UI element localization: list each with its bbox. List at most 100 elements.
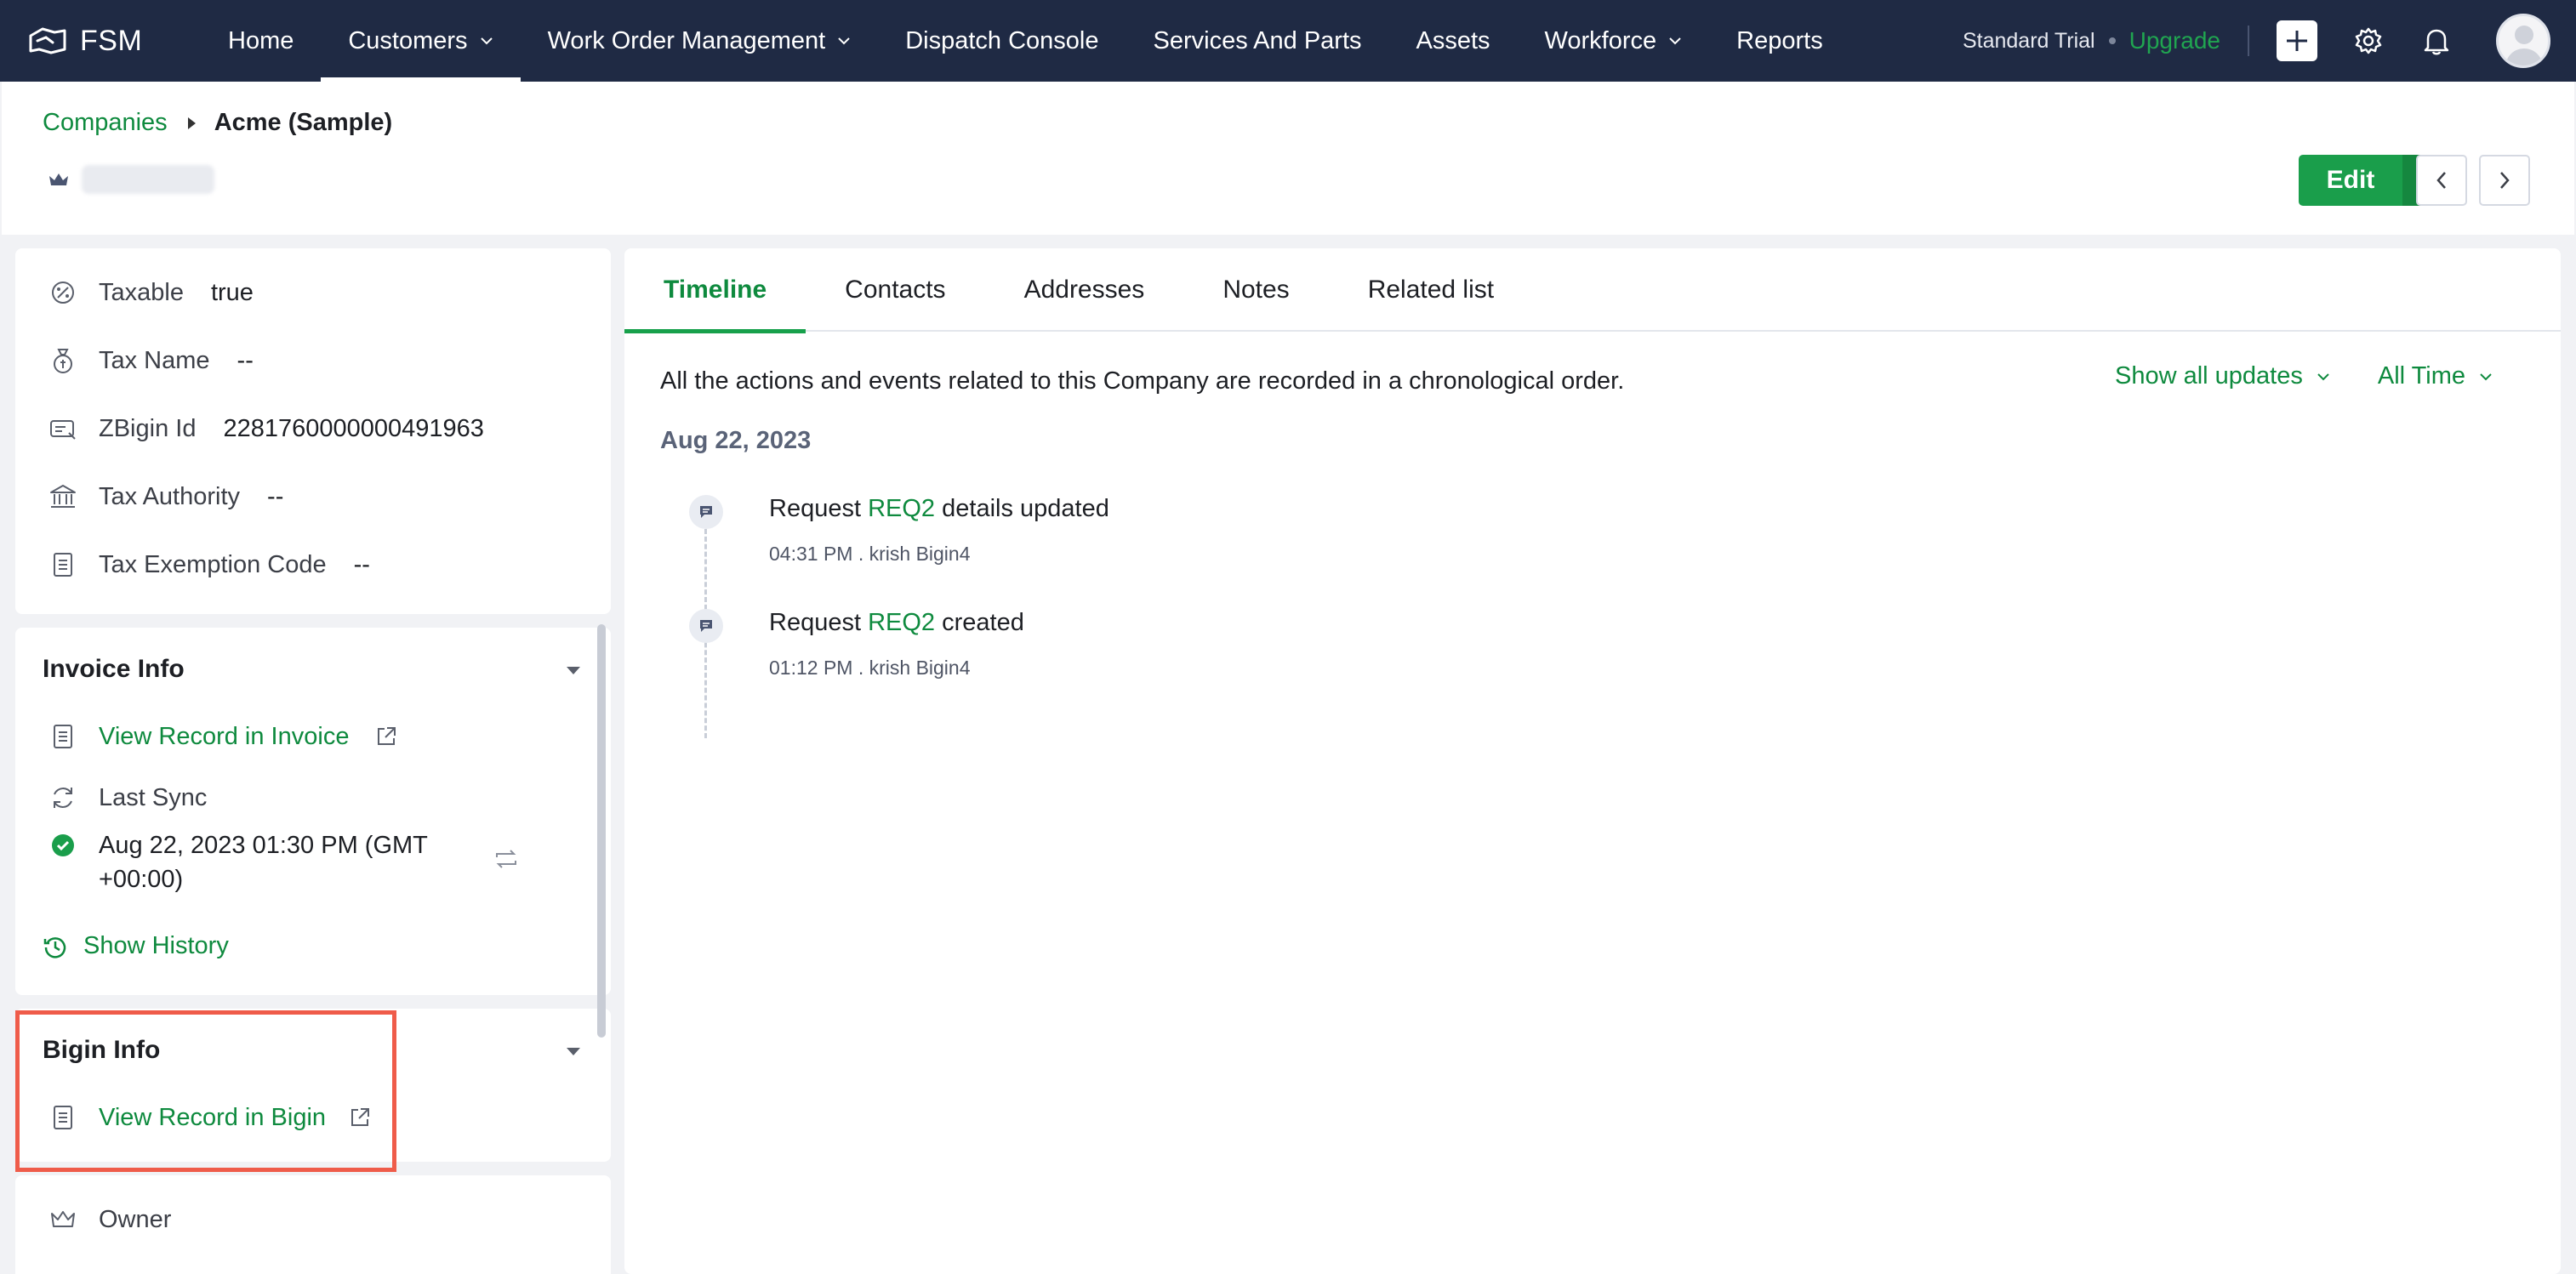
collapse-bigin-caret-icon[interactable] bbox=[567, 1048, 580, 1055]
breadcrumb-arrow-icon bbox=[187, 117, 196, 129]
view-record-in-invoice-link[interactable]: View Record in Invoice bbox=[99, 723, 349, 751]
request-link[interactable]: REQ2 bbox=[868, 495, 935, 522]
sync-time-line1: Aug 22, 2023 01:30 PM (GMT bbox=[99, 832, 428, 859]
tab-timeline[interactable]: Timeline bbox=[624, 248, 806, 333]
chevron-right-icon bbox=[2500, 172, 2510, 189]
history-icon bbox=[43, 936, 66, 958]
timeline-event-text: Request REQ2 created bbox=[769, 609, 1024, 637]
page-title: Acme (Sample) bbox=[214, 109, 393, 136]
chevron-down-icon bbox=[2317, 373, 2329, 380]
upgrade-link[interactable]: Upgrade bbox=[2129, 27, 2220, 54]
record-tabs: Timeline Contacts Addresses Notes Related li… bbox=[624, 248, 2561, 333]
time-range-filter[interactable]: All Time bbox=[2378, 362, 2493, 390]
request-link[interactable]: REQ2 bbox=[868, 609, 935, 636]
sync-time-row: Aug 22, 2023 01:30 PM (GMT +00:00) bbox=[48, 828, 428, 896]
field-label: Taxable bbox=[99, 278, 184, 306]
record-pager bbox=[2404, 155, 2530, 206]
bell-icon bbox=[2424, 29, 2449, 55]
notifications-button[interactable] bbox=[2419, 24, 2453, 58]
timeline-event-meta: 04:31 PM . krish Bigin4 bbox=[769, 543, 971, 565]
invoice-info-title: Invoice Info bbox=[43, 655, 185, 683]
field-value: 2281760000000491963 bbox=[223, 414, 484, 442]
nav-item-label: Work Order Management bbox=[547, 26, 826, 54]
nav-item-label: Assets bbox=[1416, 26, 1490, 54]
nav-item-label: Workforce bbox=[1544, 26, 1657, 54]
tax-icon bbox=[48, 277, 78, 308]
plus-icon bbox=[2287, 31, 2307, 51]
nav-item-label: Services And Parts bbox=[1153, 26, 1362, 54]
blurred-owner-name bbox=[82, 165, 214, 194]
nav-item-label: Customers bbox=[348, 26, 468, 54]
document-icon bbox=[48, 549, 78, 580]
sync-time-line2: +00:00) bbox=[99, 866, 184, 893]
nav-item-label: Dispatch Console bbox=[905, 26, 1099, 54]
nav-item-workforce[interactable]: Workforce bbox=[1518, 0, 1710, 82]
divider bbox=[2248, 26, 2249, 56]
nav-item-reports[interactable]: Reports bbox=[1709, 0, 1850, 82]
external-link-icon[interactable] bbox=[374, 725, 398, 748]
owner-row bbox=[48, 165, 214, 194]
timeline-description: All the actions and events related to th… bbox=[660, 367, 1625, 395]
field-zbigin-id: ZBigin Id 2281760000000491963 bbox=[48, 413, 484, 444]
event-suffix: created bbox=[942, 609, 1024, 636]
nav-item-customers[interactable]: Customers bbox=[321, 0, 521, 82]
fsm-logo-icon bbox=[29, 27, 66, 54]
chevron-down-icon bbox=[2480, 373, 2492, 380]
timeline-panel: Timeline Contacts Addresses Notes Related li… bbox=[624, 248, 2561, 1274]
breadcrumb-companies-link[interactable]: Companies bbox=[43, 109, 168, 137]
last-sync-row: Last Sync bbox=[48, 782, 207, 813]
nav-item-services-and-parts[interactable]: Services And Parts bbox=[1126, 0, 1389, 82]
tab-contacts[interactable]: Contacts bbox=[806, 248, 984, 332]
field-tax-exemption-code: Tax Exemption Code -- bbox=[48, 549, 370, 580]
plan-label: Standard Trial bbox=[1962, 28, 2095, 53]
view-invoice-row: View Record in Invoice bbox=[48, 721, 398, 752]
resync-icon[interactable] bbox=[493, 849, 519, 869]
sidebar-scrollbar[interactable] bbox=[597, 624, 606, 1038]
comment-icon bbox=[689, 609, 723, 643]
event-prefix: Request bbox=[769, 609, 862, 636]
show-updates-label: Show all updates bbox=[2114, 362, 2303, 390]
check-circle-icon bbox=[48, 830, 78, 861]
crown-icon bbox=[49, 173, 68, 185]
nav-item-label: Home bbox=[228, 26, 294, 54]
owner-label: Owner bbox=[99, 1205, 172, 1233]
top-navigation-bar: FSM Home Customers Work Order Management Di… bbox=[0, 0, 2576, 82]
tax-details-card: Taxable true Tax Name -- ZBigin Id 22817… bbox=[15, 248, 611, 614]
previous-record-button[interactable] bbox=[2416, 155, 2467, 206]
sync-time: Aug 22, 2023 01:30 PM (GMT +00:00) bbox=[99, 828, 428, 896]
nav-item-dispatch-console[interactable]: Dispatch Console bbox=[878, 0, 1126, 82]
user-avatar[interactable] bbox=[2496, 14, 2550, 68]
annotation-highlight-box bbox=[15, 1010, 396, 1172]
document-icon bbox=[48, 721, 78, 752]
settings-button[interactable] bbox=[2351, 24, 2385, 58]
gear-icon bbox=[2355, 27, 2382, 54]
collapse-invoice-caret-icon[interactable] bbox=[567, 667, 580, 674]
chevron-down-icon bbox=[838, 37, 850, 45]
tab-related-list[interactable]: Related list bbox=[1329, 248, 1533, 332]
field-value: -- bbox=[237, 346, 254, 374]
chevron-left-icon bbox=[2436, 172, 2446, 189]
brand-name: FSM bbox=[80, 24, 143, 57]
timeline-filters: Show all updates All Time bbox=[2067, 362, 2493, 390]
last-sync-label: Last Sync bbox=[99, 783, 208, 811]
nav-right-area: Standard Trial Upgrade bbox=[1963, 0, 2576, 82]
show-updates-filter[interactable]: Show all updates bbox=[2115, 362, 2330, 390]
next-record-button[interactable] bbox=[2479, 155, 2530, 206]
breadcrumb: Companies Acme (Sample) bbox=[43, 109, 392, 137]
field-owner: Owner bbox=[48, 1204, 171, 1235]
main-menu: Home Customers Work Order Management Dispat… bbox=[201, 0, 1850, 82]
nav-item-home[interactable]: Home bbox=[201, 0, 321, 82]
quick-create-button[interactable] bbox=[2277, 20, 2317, 61]
tab-notes[interactable]: Notes bbox=[1183, 248, 1328, 332]
tab-addresses[interactable]: Addresses bbox=[985, 248, 1184, 332]
chevron-down-icon bbox=[480, 37, 493, 45]
nav-item-work-order-management[interactable]: Work Order Management bbox=[521, 0, 879, 82]
show-history-link[interactable]: Show History bbox=[83, 932, 229, 960]
brand[interactable]: FSM bbox=[26, 24, 187, 58]
nav-item-assets[interactable]: Assets bbox=[1389, 0, 1518, 82]
owner-card: Owner bbox=[15, 1175, 611, 1274]
bank-icon bbox=[48, 481, 78, 512]
record-header: Companies Acme (Sample) Edit bbox=[2, 82, 2574, 235]
field-value: -- bbox=[353, 550, 370, 578]
edit-button[interactable]: Edit bbox=[2299, 155, 2402, 206]
